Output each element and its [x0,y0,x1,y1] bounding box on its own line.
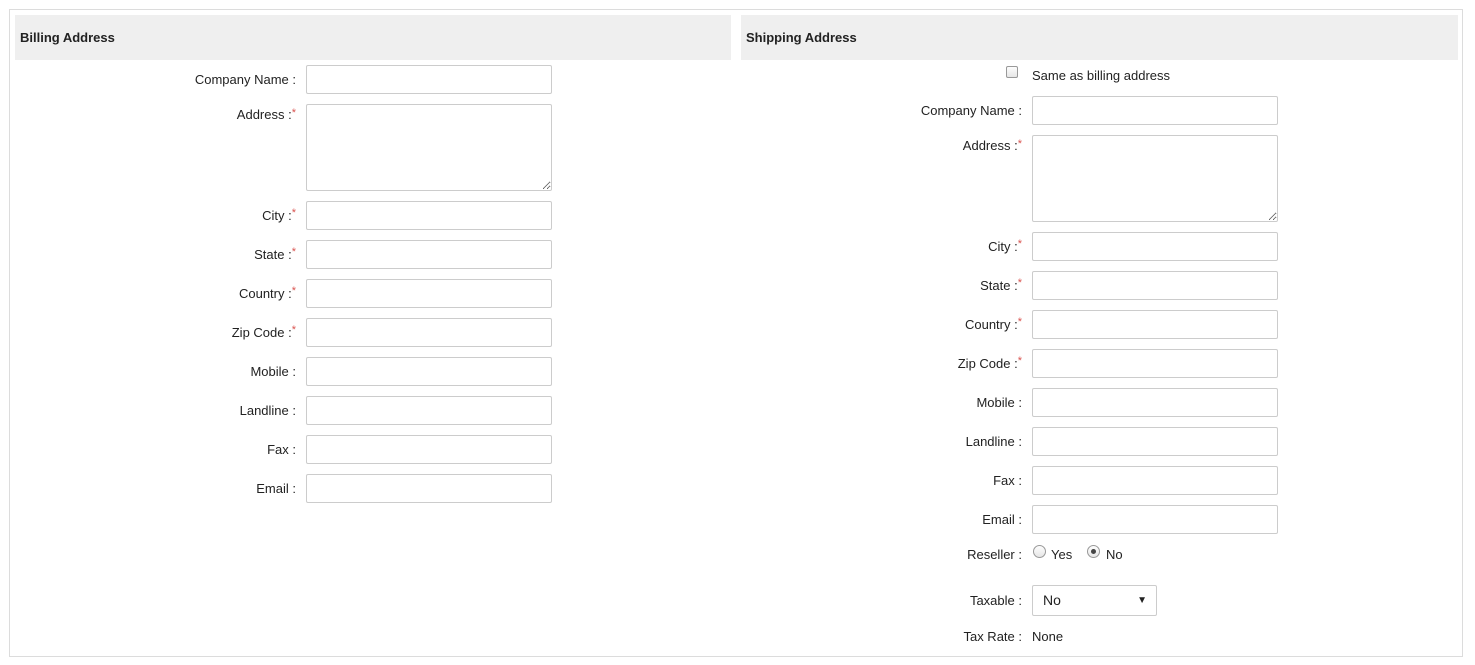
same-as-billing-checkbox[interactable] [1006,66,1018,78]
billing-landline-label: Landline : [239,403,296,418]
billing-state-label: State :* [254,246,296,262]
billing-landline-input[interactable] [306,396,552,425]
shipping-country-input[interactable] [1032,310,1278,339]
shipping-fax-label: Fax : [993,473,1022,488]
billing-city-input[interactable] [306,201,552,230]
billing-email-label: Email : [256,481,296,496]
billing-country-label: Country :* [238,285,296,301]
required-marker: * [1017,316,1022,328]
reseller-yes-radio[interactable] [1033,545,1046,558]
billing-zip-code-input[interactable] [306,318,552,347]
billing-address-textarea[interactable] [306,104,552,191]
billing-fax-label: Fax : [267,442,296,457]
billing-mobile-label: Mobile : [250,364,296,379]
taxable-selected-value: No [1043,592,1061,608]
shipping-city-input[interactable] [1032,232,1278,261]
shipping-state-label: State :* [980,277,1022,293]
required-marker: * [291,285,296,297]
shipping-company-name-input[interactable] [1032,96,1278,125]
billing-company-name-input[interactable] [306,65,552,94]
required-marker: * [1017,238,1022,250]
tax-rate-value: None [1032,629,1064,644]
billing-email-input[interactable] [306,474,552,503]
required-marker: * [291,246,296,258]
shipping-zip-code-input[interactable] [1032,349,1278,378]
shipping-mobile-label: Mobile : [976,395,1022,410]
billing-city-label: City :* [262,207,296,223]
shipping-state-input[interactable] [1032,271,1278,300]
required-marker: * [291,107,296,119]
billing-company-name-label: Company Name : [194,72,296,87]
billing-address-label: Address :* [236,107,296,122]
shipping-address-title: Shipping Address [746,30,857,45]
billing-country-input[interactable] [306,279,552,308]
tax-rate-label: Tax Rate : [963,629,1022,644]
required-marker: * [1017,355,1022,367]
shipping-mobile-input[interactable] [1032,388,1278,417]
taxable-select[interactable]: No ▼ [1032,585,1157,616]
same-as-billing-label[interactable]: Same as billing address [1032,68,1170,83]
reseller-no-radio[interactable] [1087,545,1100,558]
shipping-landline-input[interactable] [1032,427,1278,456]
billing-address-header: Billing Address [15,15,731,60]
required-marker: * [1017,277,1022,289]
billing-mobile-input[interactable] [306,357,552,386]
shipping-city-label: City :* [988,238,1022,254]
chevron-down-icon: ▼ [1137,595,1147,606]
shipping-address-textarea[interactable] [1032,135,1278,222]
billing-zip-code-label: Zip Code :* [231,324,296,340]
shipping-address-label: Address :* [962,138,1022,153]
shipping-email-label: Email : [982,512,1022,527]
billing-state-input[interactable] [306,240,552,269]
shipping-email-input[interactable] [1032,505,1278,534]
shipping-zip-code-label: Zip Code :* [957,355,1022,371]
shipping-company-name-label: Company Name : [920,103,1022,118]
shipping-address-header: Shipping Address [741,15,1458,60]
billing-fax-input[interactable] [306,435,552,464]
shipping-country-label: Country :* [964,316,1022,332]
reseller-label: Reseller : [967,547,1022,562]
reseller-no-label[interactable]: No [1106,547,1123,562]
taxable-label: Taxable : [969,593,1022,608]
billing-address-title: Billing Address [20,30,115,45]
required-marker: * [291,207,296,219]
reseller-yes-label[interactable]: Yes [1051,547,1072,562]
shipping-landline-label: Landline : [965,434,1022,449]
required-marker: * [291,324,296,336]
shipping-fax-input[interactable] [1032,466,1278,495]
required-marker: * [1017,138,1022,150]
